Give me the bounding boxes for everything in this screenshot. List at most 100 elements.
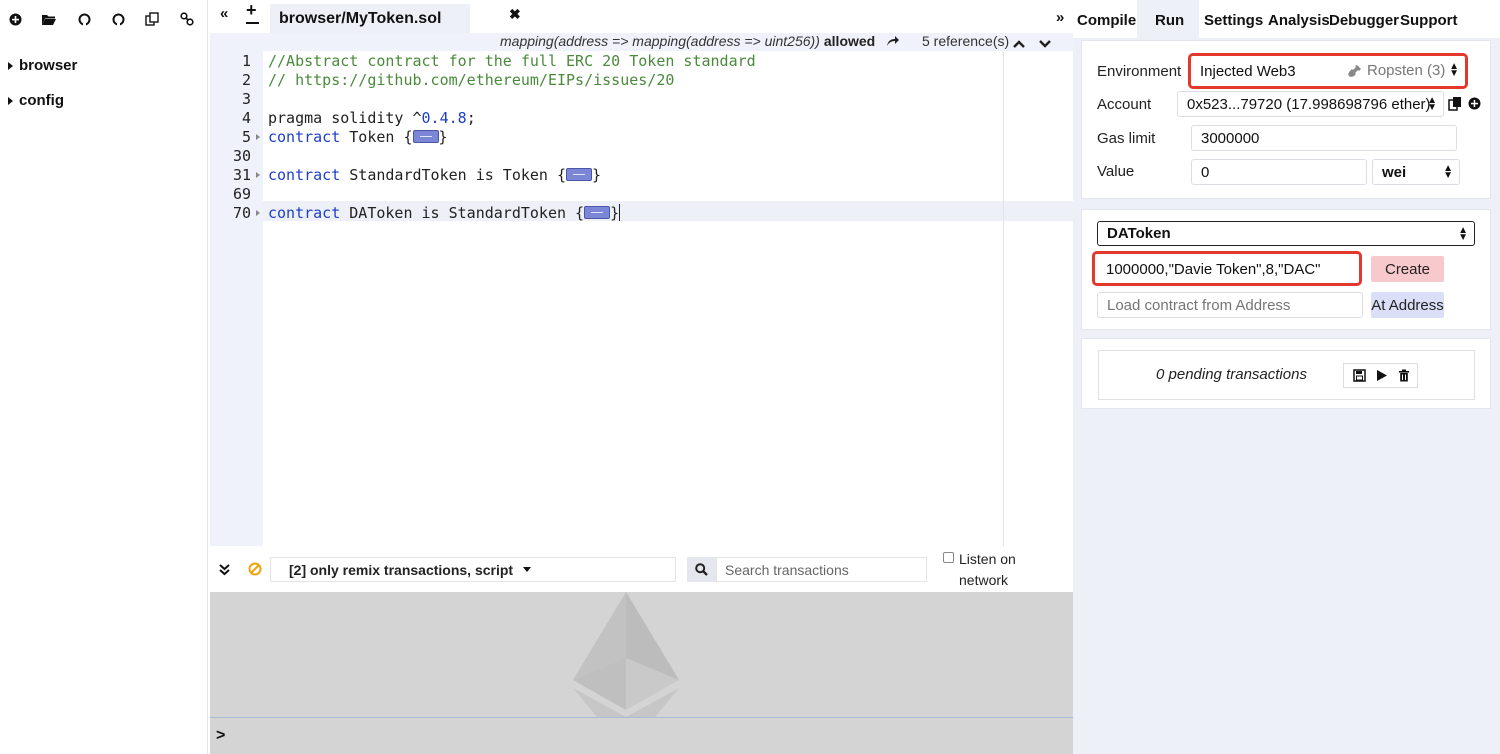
run-panel: » Compile Run Settings Analysis Debugger…: [1056, 0, 1500, 754]
fold-arrow-icon[interactable]: [256, 210, 260, 216]
folded-code-marker[interactable]: [584, 206, 611, 219]
context-variable-name: allowed: [823, 33, 876, 49]
contract-select[interactable]: DAToken ▲ ▼: [1097, 221, 1475, 246]
gist-icon[interactable]: [109, 10, 127, 28]
pending-transactions-text: 0 pending transactions: [1156, 366, 1307, 383]
search-transactions-input[interactable]: [716, 557, 927, 582]
caret-right-icon: [8, 96, 13, 105]
tab-analysis[interactable]: Analysis: [1268, 12, 1330, 29]
code-text: Token {: [340, 128, 413, 146]
terminal-output: [210, 592, 1073, 717]
transaction-filter-dropdown[interactable]: [2] only remix transactions, script: [270, 557, 676, 582]
line-number: 2: [241, 71, 251, 89]
account-value: 0x523...79720 (17.998698796 ether): [1187, 95, 1431, 113]
save-icon[interactable]: [1353, 369, 1366, 385]
tab-debugger[interactable]: Debugger: [1329, 12, 1399, 29]
copy-icon[interactable]: [143, 10, 161, 28]
pending-transactions-card: 0 pending transactions: [1081, 338, 1491, 409]
load-address-input[interactable]: [1097, 292, 1363, 318]
select-arrows-icon: ▲ ▼: [1458, 225, 1468, 243]
code-text: StandardToken is Token {: [340, 166, 567, 184]
code-text: }: [592, 166, 602, 184]
copy-address-icon[interactable]: [1448, 96, 1463, 114]
jump-arrow-icon[interactable]: [886, 34, 900, 50]
code-line: contract Token {}: [268, 128, 448, 146]
add-tab-button[interactable]: +: [246, 0, 257, 21]
minus-icon[interactable]: [246, 22, 259, 24]
trash-icon[interactable]: [1398, 369, 1410, 385]
code-line: // https://github.com/ethereum/EIPs/issu…: [268, 71, 675, 89]
select-arrows-icon: ▲ ▼: [1427, 95, 1437, 113]
line-number: 5: [241, 128, 251, 146]
at-address-button[interactable]: At Address: [1371, 292, 1444, 318]
search-button[interactable]: [687, 557, 716, 582]
line-number-gutter: 1 2 3 4 5 30 31 69 70: [210, 51, 263, 546]
select-arrows-icon: ▲ ▼: [1443, 163, 1453, 181]
collapse-terminal-icon[interactable]: [219, 563, 230, 579]
terminal-prompt[interactable]: >: [210, 717, 1073, 754]
collapse-left-button[interactable]: «: [220, 5, 228, 22]
value-input[interactable]: 0: [1191, 159, 1367, 185]
code-number: 0.4.8: [421, 109, 467, 127]
right-panel-tabbar: » Compile Run Settings Analysis Debugger…: [1056, 0, 1500, 38]
link-icon[interactable]: [178, 10, 196, 28]
code-keyword: pragma solidity ^: [268, 109, 422, 127]
context-bar: mapping(address => mapping(address => ui…: [210, 33, 1073, 51]
fold-arrow-icon[interactable]: [256, 134, 260, 140]
contract-name: DAToken: [1107, 225, 1171, 242]
code-editor[interactable]: //Abstract contract for the full ERC 20 …: [263, 51, 1073, 546]
tree-item-config[interactable]: config: [8, 92, 64, 109]
tab-label: browser/MyToken.sol: [279, 9, 442, 27]
contract-card: DAToken ▲ ▼ 1000000,"Davie Token",8,"DAC"…: [1081, 209, 1491, 330]
transaction-filter-label: [2] only remix transactions, script: [289, 561, 514, 578]
terminal-toolbar: [2] only remix transactions, script List…: [210, 546, 1073, 592]
code-line: //Abstract contract for the full ERC 20 …: [268, 52, 756, 70]
file-explorer-panel: browser config: [0, 0, 208, 754]
line-number: 3: [241, 90, 251, 108]
line-number: 30: [232, 147, 251, 165]
tab-run[interactable]: Run: [1155, 12, 1184, 29]
github-icon[interactable]: [75, 10, 93, 28]
text-cursor: [619, 204, 621, 221]
gas-limit-value: 3000000: [1201, 129, 1260, 147]
print-margin: [1003, 51, 1004, 546]
open-folder-icon[interactable]: [40, 10, 58, 28]
pending-actions-group: [1343, 363, 1418, 388]
pending-transactions-box: 0 pending transactions: [1098, 350, 1475, 400]
gas-limit-input[interactable]: 3000000: [1191, 125, 1457, 151]
environment-label: Environment: [1097, 63, 1182, 80]
search-icon: [695, 563, 708, 576]
tab-support[interactable]: Support: [1400, 12, 1458, 29]
value-unit-select[interactable]: wei ▲ ▼: [1372, 159, 1460, 185]
code-line: pragma solidity ^0.4.8;: [268, 109, 476, 127]
clear-icon[interactable]: [248, 562, 262, 579]
arrow-down-icon[interactable]: [1039, 36, 1051, 52]
arrow-up-icon[interactable]: [1013, 36, 1025, 52]
create-button[interactable]: Create: [1371, 256, 1444, 282]
add-account-icon[interactable]: [1468, 97, 1481, 113]
account-select[interactable]: 0x523...79720 (17.998698796 ether) ▲ ▼: [1177, 91, 1444, 117]
fold-arrow-icon[interactable]: [256, 172, 260, 178]
line-number: 1: [241, 52, 251, 70]
context-mapping-text: mapping(address => mapping(address => ui…: [500, 33, 820, 49]
code-keyword: contract: [268, 166, 341, 184]
context-declaration: mapping(address => mapping(address => ui…: [500, 33, 875, 49]
run-settings-card: Environment Injected Web3 Ropsten (3) ▲ ▼…: [1081, 40, 1491, 199]
play-icon[interactable]: [1376, 369, 1388, 385]
close-icon[interactable]: ✖: [509, 6, 521, 23]
tree-item-browser[interactable]: browser: [8, 57, 77, 74]
value-label: Value: [1097, 163, 1135, 180]
folded-code-marker[interactable]: [566, 168, 593, 181]
collapse-right-button[interactable]: »: [1056, 9, 1064, 26]
add-file-icon[interactable]: [6, 10, 24, 28]
tab-mytoken[interactable]: browser/MyToken.sol ✖: [270, 4, 521, 33]
tree-item-label: browser: [19, 57, 78, 74]
code-line: contract StandardToken is Token {}: [268, 166, 601, 184]
folded-code-marker[interactable]: [412, 130, 439, 143]
ethereum-logo-watermark: [573, 592, 679, 717]
tab-compile[interactable]: Compile: [1077, 12, 1136, 29]
tab-settings[interactable]: Settings: [1204, 12, 1263, 29]
code-keyword: contract: [268, 204, 341, 222]
listen-network-checkbox[interactable]: [943, 552, 954, 563]
tree-item-label: config: [19, 92, 64, 109]
